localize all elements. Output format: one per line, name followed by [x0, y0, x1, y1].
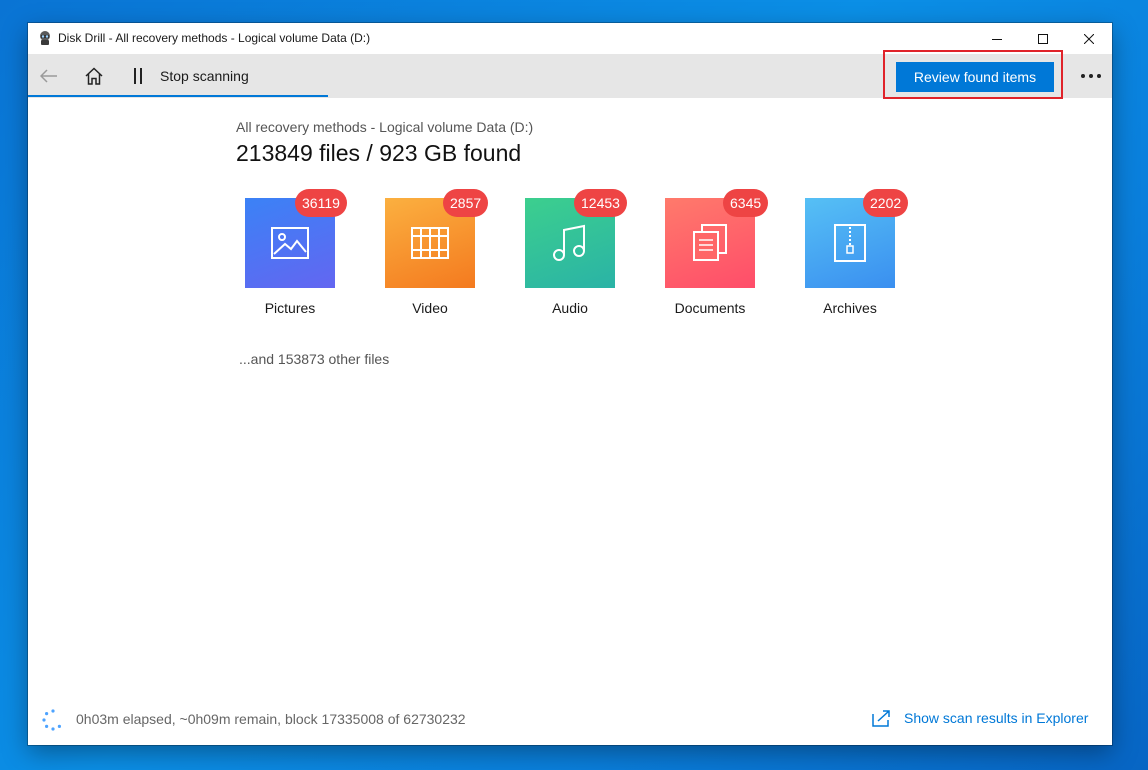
window-title: Disk Drill - All recovery methods - Logi…	[58, 31, 371, 45]
video-label: Video	[412, 300, 448, 316]
film-icon	[411, 227, 449, 259]
audio-label: Audio	[552, 300, 588, 316]
maximize-icon	[1038, 33, 1048, 44]
pictures-count-badge: 36119	[295, 189, 347, 217]
documents-count-badge: 6345	[723, 189, 769, 217]
more-options-button[interactable]	[1077, 61, 1107, 91]
archive-icon	[834, 224, 866, 262]
app-window: Disk Drill - All recovery methods - Logi…	[28, 23, 1112, 745]
scan-subtitle: All recovery methods - Logical volume Da…	[236, 119, 534, 135]
stop-scanning-button[interactable]: Stop scanning	[160, 68, 249, 84]
archives-count-badge: 2202	[863, 189, 909, 217]
documents-icon	[693, 224, 727, 261]
close-icon	[1084, 33, 1094, 44]
close-button[interactable]	[1066, 23, 1112, 54]
category-video[interactable]: 2857 Video	[373, 189, 493, 318]
category-archives[interactable]: 2202 Archives	[793, 189, 913, 318]
loading-spinner-icon	[42, 709, 61, 731]
disk-drill-logo-icon	[40, 31, 50, 45]
home-icon	[85, 67, 103, 85]
pause-button[interactable]	[128, 61, 148, 91]
show-in-explorer-label[interactable]: Show scan results in Explorer	[904, 710, 1088, 726]
home-button[interactable]	[79, 61, 109, 91]
other-files-text: ...and 153873 other files	[239, 351, 390, 367]
review-highlight-box: Review found items	[883, 50, 1063, 99]
external-link-icon	[872, 710, 890, 727]
pictures-label: Pictures	[264, 300, 316, 316]
category-pictures[interactable]: 36119 Pictures	[233, 189, 353, 318]
minimize-icon	[992, 38, 1002, 40]
scan-progress-line	[28, 95, 328, 97]
documents-label: Documents	[674, 300, 746, 316]
files-found-headline: 213849 files / 923 GB found	[236, 140, 522, 166]
pause-icon	[134, 68, 142, 84]
video-count-badge: 2857	[443, 189, 489, 217]
music-icon	[553, 224, 585, 261]
audio-count-badge: 12453	[574, 189, 627, 217]
category-documents[interactable]: 6345 Documents	[653, 189, 773, 318]
back-button[interactable]	[34, 61, 64, 91]
show-in-explorer-link[interactable]: Show scan results in Explorer	[872, 709, 1088, 727]
archives-label: Archives	[823, 300, 877, 316]
review-found-items-button[interactable]: Review found items	[896, 62, 1054, 92]
image-icon	[271, 227, 309, 259]
more-dots-icon	[1081, 74, 1101, 78]
category-audio[interactable]: 12453 Audio	[513, 189, 633, 318]
back-arrow-icon	[40, 69, 57, 83]
scan-status-text: 0h03m elapsed, ~0h09m remain, block 1733…	[76, 711, 466, 727]
